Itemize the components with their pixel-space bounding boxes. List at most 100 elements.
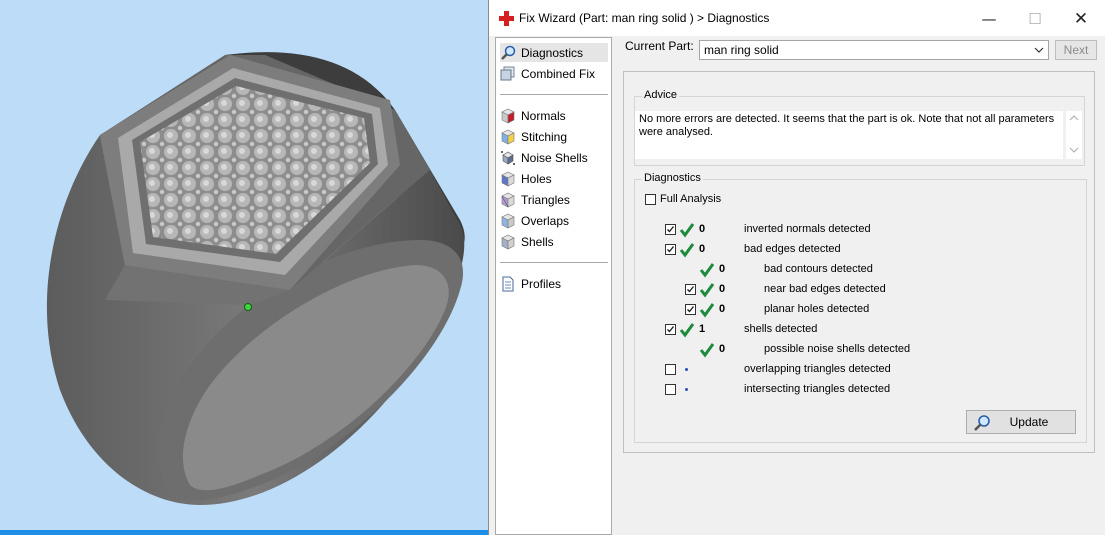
nav-item-stitching[interactable]: Stitching [500,127,608,146]
nav-item-label: Shells [521,234,554,249]
full-analysis-checkbox[interactable] [645,194,656,205]
nav-item-label: Holes [521,171,552,186]
nav-item-label: Normals [521,108,566,123]
ok-checkmark-icon [679,323,695,338]
diag-text: inverted normals detected [744,223,871,235]
advice-scrollbar[interactable] [1066,111,1082,159]
diag-text: shells detected [744,323,818,335]
magnifier-icon [501,45,516,60]
diag-count: 0 [719,263,726,275]
full-analysis-option[interactable]: Full Analysis [645,192,765,208]
fix-wizard-dialog: Fix Wizard (Part: man ring solid ) > Dia… [488,0,1105,535]
diag-count: 0 [699,243,706,255]
combined-fix-icon [500,66,515,80]
ok-checkmark-icon [699,263,715,278]
ok-checkmark-icon [699,283,715,298]
overlaps-cube-icon [501,213,515,228]
check-bad-edges[interactable] [665,244,676,255]
advice-group: Advice No more errors are detected. It s… [634,89,1085,166]
check-shells[interactable] [665,324,676,335]
diag-text: planar holes detected [764,303,870,315]
check-inverted-normals[interactable] [665,224,676,235]
diag-text: bad edges detected [744,243,841,255]
nav-item-profiles[interactable]: Profiles [500,274,608,293]
nav-item-label: Profiles [521,276,562,291]
nav-item-label: Combined Fix [521,66,596,81]
not-analysed-dot-icon [685,368,688,371]
ok-checkmark-icon [679,243,695,258]
advice-text: No more errors are detected. It seems th… [635,111,1063,159]
not-analysed-dot-icon [685,388,688,391]
diag-row-bad-edges: 0 bad edges detected [665,242,1065,258]
nav-item-noise-shells[interactable]: Noise Shells [500,148,608,167]
current-part-dropdown[interactable]: man ring solid [699,40,1049,60]
diag-row-bad-contours: 0 bad contours detected [685,262,1065,278]
check-overlapping-triangles[interactable] [665,364,676,375]
diag-text: overlapping triangles detected [744,363,891,375]
3d-viewport[interactable] [0,0,490,535]
nav-separator [500,94,608,95]
diagnostics-page: Advice No more errors are detected. It s… [623,71,1095,453]
full-analysis-label: Full Analysis [660,193,722,205]
chevron-down-icon [1034,47,1044,53]
close-button[interactable]: ✕ [1059,6,1103,32]
stitching-cube-icon [501,129,515,144]
nav-item-normals[interactable]: Normals [500,106,608,125]
ring-model [46,52,465,505]
diag-row-overlapping-triangles: overlapping triangles detected [665,362,1065,378]
noise-shells-icon [501,150,515,165]
update-label: Update [1009,415,1049,429]
diag-count: 0 [719,303,726,315]
title-bar[interactable]: Fix Wizard (Part: man ring solid ) > Dia… [489,0,1105,36]
scroll-up-arrow-icon[interactable] [1069,114,1079,122]
nav-separator [500,262,608,263]
nav-item-label: Stitching [521,129,568,144]
diag-text: near bad edges detected [764,283,886,295]
nav-item-shells[interactable]: Shells [500,232,608,251]
holes-cube-icon [501,171,515,186]
triangles-cube-icon [501,192,515,207]
profiles-document-icon [502,276,514,291]
minimize-button[interactable]: — [967,6,1011,32]
diag-count: 1 [699,323,706,335]
diag-row-shells: 1 shells detected [665,322,1065,338]
diag-count: 0 [719,283,726,295]
ok-checkmark-icon [699,303,715,318]
diagnostics-title: Diagnostics [642,172,703,184]
diagnostics-group: Diagnostics Full Analysis 0 inverted nor… [634,172,1087,443]
update-button[interactable]: Update [966,410,1076,434]
nav-item-combined-fix[interactable]: Combined Fix [500,64,608,83]
window-title: Fix Wizard (Part: man ring solid ) > Dia… [519,11,770,25]
check-planar-holes[interactable] [685,304,696,315]
maximize-button[interactable]: ☐ [1013,6,1057,32]
diag-text: bad contours detected [764,263,873,275]
ok-checkmark-icon [679,223,695,238]
diag-count: 0 [719,343,726,355]
current-part-label: Current Part: [625,39,694,53]
diag-row-intersecting-triangles: intersecting triangles detected [665,382,1065,398]
nav-item-triangles[interactable]: Triangles [500,190,608,209]
nav-item-label: Noise Shells [521,150,588,165]
shells-cube-icon [501,234,515,249]
diag-count: 0 [699,223,706,235]
diag-row-noise-shells: 0 possible noise shells detected [685,342,1065,358]
advice-title: Advice [642,89,680,101]
nav-item-label: Diagnostics [521,45,584,60]
red-cross-app-icon [499,11,514,26]
diag-text: possible noise shells detected [764,343,911,355]
nav-item-diagnostics[interactable]: Diagnostics [500,43,608,62]
diag-row-inverted-normals: 0 inverted normals detected [665,222,1065,238]
current-part-value: man ring solid [704,43,779,57]
diag-text: intersecting triangles detected [744,383,891,395]
check-intersecting-triangles[interactable] [665,384,676,395]
nav-item-overlaps[interactable]: Overlaps [500,211,608,230]
nav-item-holes[interactable]: Holes [500,169,608,188]
next-button[interactable]: Next [1055,40,1097,60]
check-near-bad-edges[interactable] [685,284,696,295]
scroll-down-arrow-icon[interactable] [1069,146,1079,154]
diag-row-near-bad-edges: 0 near bad edges detected [685,282,1065,298]
fix-steps-nav: Diagnostics Combined Fix Normals Stitchi… [495,37,612,535]
nav-item-label: Overlaps [521,213,570,228]
viewport-bottom-bar [0,530,490,535]
diag-row-planar-holes: 0 planar holes detected [685,302,1065,318]
